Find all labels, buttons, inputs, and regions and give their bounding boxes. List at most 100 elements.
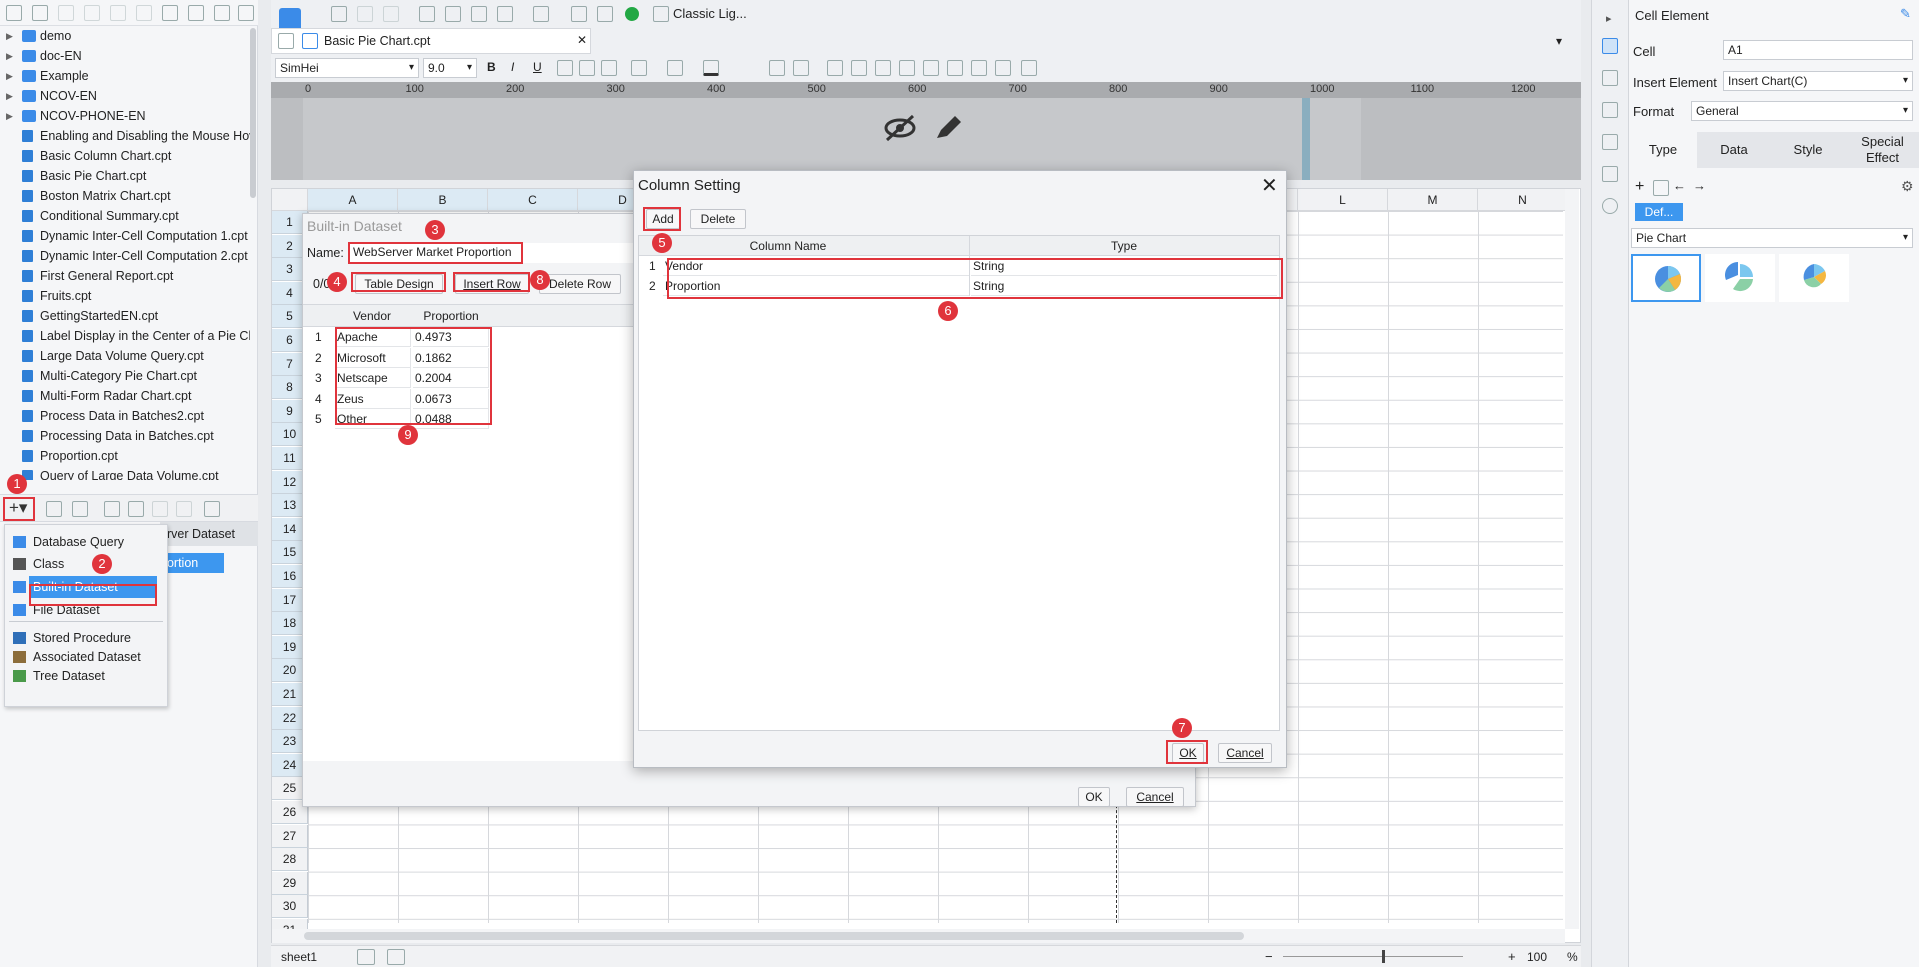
tab-style[interactable]: Style xyxy=(1771,132,1845,168)
edit-icon[interactable] xyxy=(58,5,74,21)
font-size-select[interactable]: 9.0 ▾ xyxy=(423,58,477,78)
tree-file[interactable]: Proportion.cpt xyxy=(0,446,250,466)
align-left-icon[interactable] xyxy=(557,60,573,76)
zoom-value[interactable]: 100 xyxy=(1527,950,1547,964)
refresh-icon[interactable] xyxy=(32,5,48,21)
close-icon[interactable]: ✕ xyxy=(1261,173,1278,198)
template-theme-label[interactable]: Classic Lig... xyxy=(673,6,747,21)
new-folder-icon[interactable] xyxy=(6,5,22,21)
arrow-left-icon[interactable]: ← xyxy=(1673,178,1686,193)
template-params-icon[interactable] xyxy=(533,6,549,22)
menu-item-class[interactable]: Class xyxy=(5,553,165,575)
preview-icon[interactable] xyxy=(597,6,613,22)
widget-settings-icon[interactable] xyxy=(1602,134,1618,150)
close-tab-icon[interactable]: ✕ xyxy=(577,33,587,47)
tree-file[interactable]: Query of Large Data Volume.cpt xyxy=(0,466,250,480)
paste-icon[interactable] xyxy=(471,6,487,22)
tree-file[interactable]: Conditional Summary.cpt xyxy=(0,206,250,226)
ok-button[interactable]: OK xyxy=(1078,787,1110,807)
underline-icon[interactable]: U xyxy=(533,60,542,74)
search-icon[interactable] xyxy=(238,5,254,21)
save-icon[interactable] xyxy=(331,6,347,22)
formula-icon[interactable] xyxy=(899,60,915,76)
tab-basic-pie-chart[interactable]: Basic Pie Chart.cpt ✕ xyxy=(271,28,591,54)
add-chart-icon[interactable]: + xyxy=(1635,178,1644,196)
undo-icon[interactable] xyxy=(357,6,373,22)
tree-file[interactable]: Fruits.cpt xyxy=(0,286,250,306)
tree-file[interactable]: Basic Pie Chart.cpt xyxy=(0,166,250,186)
insert-row-icon[interactable] xyxy=(827,60,843,76)
fill-color-icon[interactable] xyxy=(667,60,683,76)
zoom-slider[interactable] xyxy=(1283,956,1463,957)
sheet-tab[interactable]: sheet1 xyxy=(281,950,317,964)
dataset-list-item-selected[interactable]: portion xyxy=(160,553,224,573)
tree-file[interactable]: Label Display in the Center of a Pie Ch xyxy=(0,326,250,346)
row-header[interactable]: 27 xyxy=(272,824,308,848)
tree-file[interactable]: Processing Data in Batches.cpt xyxy=(0,426,250,446)
zoom-slider-thumb[interactable] xyxy=(1382,950,1385,963)
insert-element-select[interactable]: Insert Chart(C) ▾ xyxy=(1723,71,1913,91)
copy-chart-icon[interactable] xyxy=(1653,180,1669,196)
format-painter-icon[interactable] xyxy=(497,6,513,22)
edit-icon[interactable]: ✎ xyxy=(1900,6,1911,22)
grid-icon[interactable] xyxy=(793,60,809,76)
zoom-out-icon[interactable]: − xyxy=(1265,949,1273,964)
chart-icon[interactable] xyxy=(923,60,939,76)
column-header[interactable]: N xyxy=(1478,189,1568,211)
menu-item-database-query[interactable]: Database Query xyxy=(5,531,165,553)
column-header[interactable]: B xyxy=(398,189,488,211)
italic-icon[interactable]: I xyxy=(511,60,514,74)
gear-icon[interactable]: ⚙ xyxy=(1901,178,1914,195)
bold-icon[interactable]: B xyxy=(487,60,496,74)
select-all-corner[interactable] xyxy=(272,189,308,211)
web-attributes-icon[interactable] xyxy=(571,6,587,22)
edit-dataset-icon[interactable] xyxy=(46,501,62,517)
tree-file[interactable]: Multi-Category Pie Chart.cpt xyxy=(0,366,250,386)
default-chart-tab[interactable]: Def... xyxy=(1635,203,1683,221)
tree-file[interactable]: Multi-Form Radar Chart.cpt xyxy=(0,386,250,406)
delete-dataset-icon[interactable] xyxy=(72,501,88,517)
cell-attribute-icon[interactable] xyxy=(1602,70,1618,86)
copy-icon[interactable] xyxy=(136,5,152,21)
pie-chart-style-2[interactable] xyxy=(1705,254,1775,302)
tree-folder[interactable]: ▶ demo xyxy=(0,26,250,46)
tree-file[interactable]: Dynamic Inter-Cell Computation 1.cpt xyxy=(0,226,250,246)
tab-type[interactable]: Type xyxy=(1629,132,1697,168)
float-element-icon[interactable] xyxy=(1602,102,1618,118)
vertical-scrollbar[interactable] xyxy=(1565,189,1579,929)
server-dataset-icon[interactable] xyxy=(128,501,144,517)
add-poly-sheet-icon[interactable] xyxy=(387,949,405,965)
cut-icon[interactable] xyxy=(419,6,435,22)
cancel-button[interactable]: Cancel xyxy=(1218,743,1272,763)
zoom-in-icon[interactable]: + xyxy=(1508,949,1516,964)
tree-file[interactable]: Large Data Volume Query.cpt xyxy=(0,346,250,366)
expand-arrow-icon[interactable]: ▶ xyxy=(6,46,13,66)
scroll-thumb[interactable] xyxy=(304,932,1244,940)
expand-arrow-icon[interactable]: ▸ xyxy=(1606,12,1612,25)
delete-column-button[interactable]: Delete xyxy=(690,209,746,229)
collapse-icon[interactable] xyxy=(214,5,230,21)
tab-menu-icon[interactable]: ▾ xyxy=(1556,34,1562,48)
align-center-icon[interactable] xyxy=(579,60,595,76)
arrow-right-icon[interactable]: → xyxy=(1693,178,1706,193)
format-select[interactable]: General ▾ xyxy=(1691,101,1913,121)
edit-pencil-icon[interactable] xyxy=(933,112,963,142)
column-header[interactable]: A xyxy=(308,189,398,211)
lock-icon[interactable] xyxy=(84,5,100,21)
row-header[interactable]: 28 xyxy=(272,848,308,872)
font-color-icon[interactable] xyxy=(703,60,719,76)
menu-item-tree-dataset[interactable]: Tree Dataset xyxy=(5,665,165,687)
theme-icon[interactable] xyxy=(653,6,669,22)
row-header[interactable]: 30 xyxy=(272,895,308,919)
search-dataset-icon[interactable] xyxy=(204,501,220,517)
tree-folder[interactable]: ▶ doc-EN xyxy=(0,46,250,66)
widget-icon[interactable] xyxy=(1021,60,1037,76)
check-icon[interactable] xyxy=(625,7,639,21)
copy-icon[interactable] xyxy=(445,6,461,22)
delete-icon[interactable] xyxy=(110,5,126,21)
connection-icon[interactable] xyxy=(152,501,168,517)
chart-type-select[interactable]: Pie Chart ▾ xyxy=(1631,228,1913,248)
rich-text-icon[interactable] xyxy=(875,60,891,76)
cell-element-icon[interactable] xyxy=(1602,38,1618,54)
subreport-icon[interactable] xyxy=(995,60,1011,76)
